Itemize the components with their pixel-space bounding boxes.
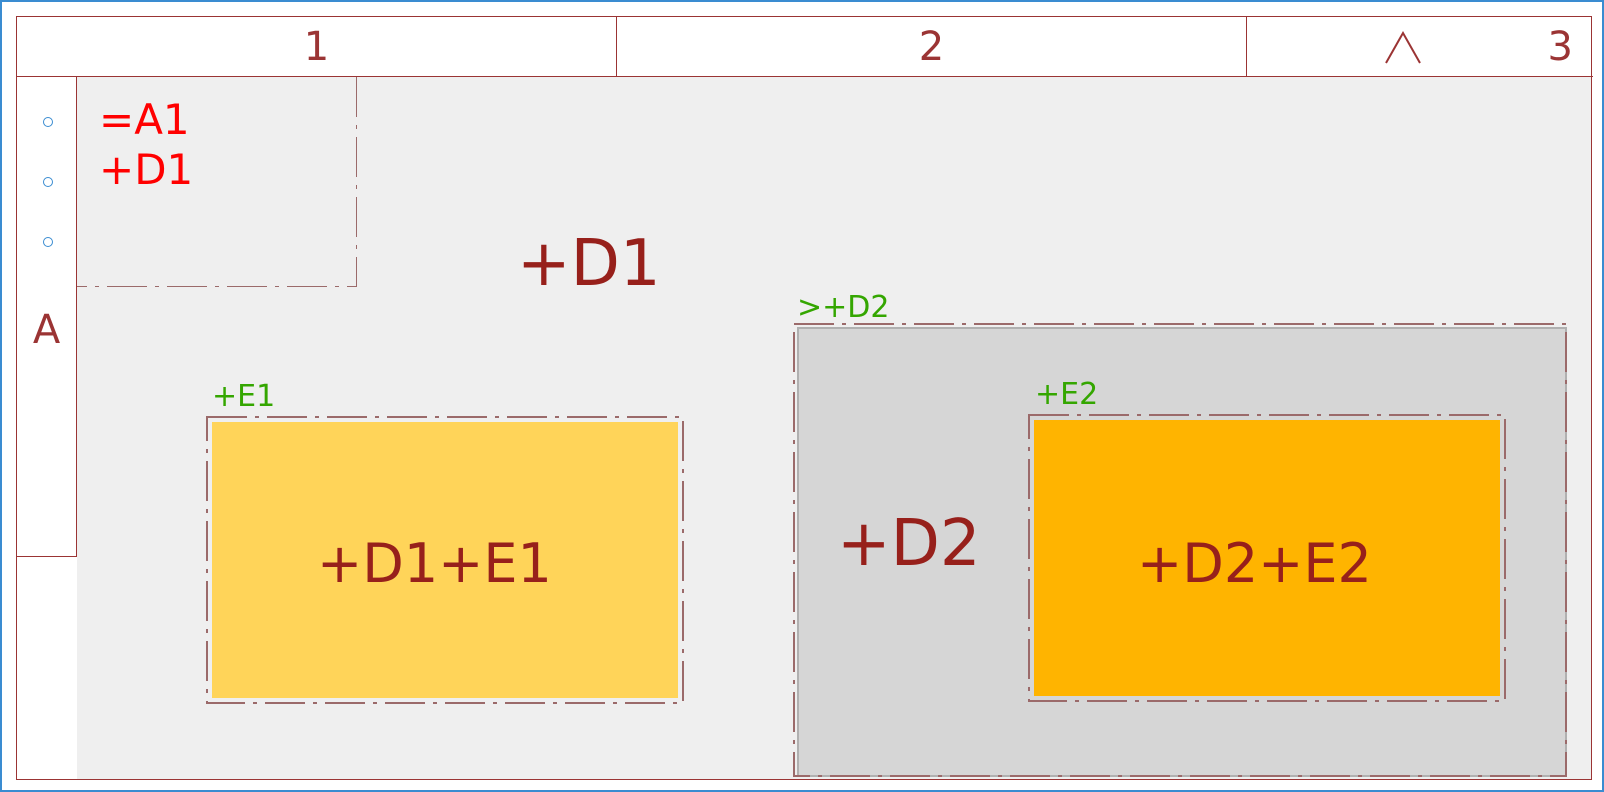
area-d2-label: +D2 bbox=[837, 507, 981, 581]
handle-dot-icon[interactable] bbox=[43, 177, 53, 187]
sheet-func-label: =A1 bbox=[99, 97, 190, 143]
area-e2-text: +D2+E2 bbox=[1137, 532, 1372, 595]
header-col-3: 3 bbox=[1247, 17, 1593, 77]
drawing-area[interactable]: =A1 +D1 +D1 +E1 +D1+E1 >+D2 +D2 +E2 bbox=[77, 77, 1591, 779]
area-e2-tag: +E2 bbox=[1035, 377, 1098, 412]
row-a-cell: A bbox=[17, 77, 77, 557]
handle-dot-icon[interactable] bbox=[43, 117, 53, 127]
header-col-1: 1 bbox=[17, 17, 617, 77]
header-col-2: 2 bbox=[617, 17, 1247, 77]
drawing-frame: 1 2 3 A =A1 +D1 +D1 +E1 bbox=[16, 16, 1592, 780]
caret-up-icon bbox=[1378, 27, 1428, 67]
sheet-loc-label: +D1 bbox=[99, 147, 193, 193]
handle-dot-icon[interactable] bbox=[43, 237, 53, 247]
row-a-label: A bbox=[33, 307, 60, 353]
area-e1-text: +D1+E1 bbox=[317, 532, 552, 595]
area-d2-tag: >+D2 bbox=[797, 290, 889, 325]
area-e1-tag: +E1 bbox=[212, 379, 275, 414]
header-col-2-label: 2 bbox=[919, 24, 944, 70]
header-col-1-label: 1 bbox=[304, 24, 329, 70]
canvas: 1 2 3 A =A1 +D1 +D1 +E1 bbox=[0, 0, 1604, 792]
area-d1-label: +D1 bbox=[517, 227, 661, 301]
header-col-3-label: 3 bbox=[1548, 24, 1573, 70]
row-margin: A bbox=[17, 77, 77, 781]
